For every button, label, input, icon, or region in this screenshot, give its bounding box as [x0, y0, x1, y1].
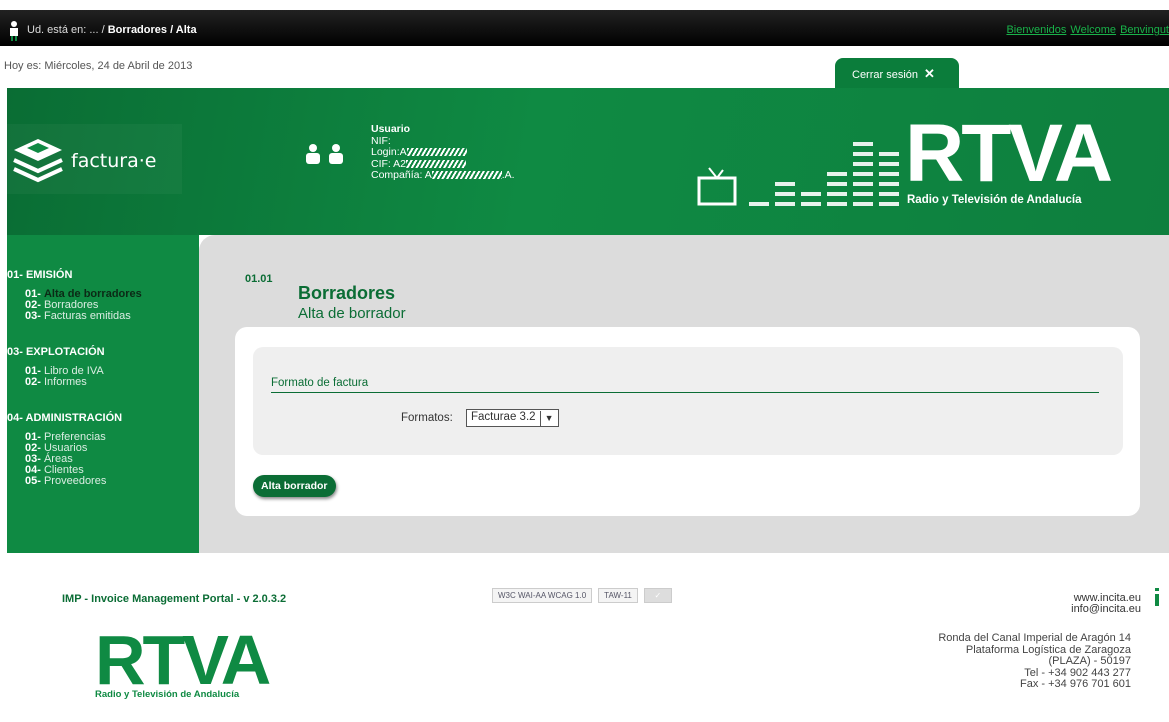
- user-cif: CIF: A2: [371, 157, 407, 170]
- address-line: Ronda del Canal Imperial de Aragón 14: [938, 632, 1131, 644]
- breadcrumb-section[interactable]: Borradores: [108, 24, 167, 36]
- sidebar-section-title: 01- EMISIÓN: [7, 269, 73, 281]
- footer-rtva-logo: RTVA Radio y Televisión de Andalucía: [95, 621, 271, 700]
- main-content: 01.01 Borradores Alta de borrador Format…: [199, 235, 1169, 553]
- address-line: (PLAZA) - 50197: [1048, 655, 1131, 667]
- user-title: Usuario: [371, 123, 411, 135]
- item-number: 02-: [25, 376, 41, 388]
- sidebar: 01- EMISIÓN 01- Alta de borradores 02- B…: [7, 235, 199, 553]
- language-links: Bienvenidos Welcome Benvingut: [1002, 24, 1169, 36]
- facturae-logo-text: factura·e: [71, 150, 157, 172]
- user-company-suffix: .A.: [501, 169, 515, 181]
- wcag-badge[interactable]: W3C WAI-AA WCAG 1.0: [492, 588, 593, 603]
- item-label: Facturas emitidas: [43, 310, 131, 322]
- user-info: Usuario NIF: Login:A CIF: A2 Compañía: A…: [371, 123, 515, 182]
- incita-email-link[interactable]: info@incita.eu: [1071, 604, 1141, 615]
- users-icon: [306, 144, 343, 164]
- redacted-block: [431, 171, 502, 180]
- page-title: Borradores: [298, 283, 396, 303]
- formats-row: Formatos: Facturae 3.2 ▼: [401, 409, 559, 427]
- facturae-logo-icon: [13, 139, 63, 183]
- section-code: 01.01: [245, 273, 273, 285]
- item-label: Proveedores: [43, 475, 107, 487]
- sidebar-item-proveedores[interactable]: 05- Proveedores: [25, 476, 199, 487]
- facturae-logo[interactable]: factura·e: [7, 124, 182, 194]
- breadcrumb-separator: /: [167, 24, 176, 36]
- accessibility-badges: W3C WAI-AA WCAG 1.0 TAW-11 ✓: [492, 588, 672, 603]
- person-icon: [10, 21, 18, 41]
- sidebar-section-items: 01- Libro de IVA 02- Informes: [25, 366, 199, 388]
- formats-label: Formatos:: [401, 412, 453, 425]
- page-subtitle: Alta de borrador: [298, 305, 406, 322]
- redacted-block: [406, 159, 467, 168]
- item-number: 05-: [25, 475, 41, 487]
- sidebar-section-items: 01- Preferencias 02- Usuarios 03- Áreas …: [25, 432, 199, 487]
- redacted-block: [406, 148, 467, 157]
- address-block: Ronda del Canal Imperial de Aragón 14 Pl…: [938, 632, 1131, 691]
- incita-contact: www.incita.eu info@incita.eu: [1071, 593, 1141, 615]
- fieldset: Formato de factura Formatos: Facturae 3.…: [253, 347, 1123, 455]
- form-panel: Formato de factura Formatos: Facturae 3.…: [235, 327, 1140, 516]
- top-bar: Ud. está en: ... / Borradores / Alta Bie…: [0, 10, 1169, 46]
- incita-icon: [1155, 588, 1159, 606]
- header-banner: factura·e Usuario NIF: Login:A CIF: A2 C…: [7, 88, 1169, 235]
- tv-icon: [697, 167, 737, 206]
- logout-label: Cerrar sesión: [852, 69, 919, 81]
- item-number: 03-: [25, 310, 41, 322]
- logout-button[interactable]: Cerrar sesión ✕: [835, 58, 959, 88]
- check-icon: ✓: [643, 588, 672, 603]
- address-fax: Fax - +34 976 701 601: [1020, 678, 1131, 690]
- formats-select[interactable]: Facturae 3.2 ▼: [465, 409, 559, 427]
- item-label: Informes: [43, 376, 87, 388]
- footer-rtva-text: RTVA: [95, 621, 271, 699]
- taw-badge[interactable]: TAW-11: [598, 588, 638, 603]
- close-icon: ✕: [924, 66, 935, 81]
- rtva-logo-subtitle: Radio y Televisión de Andalucía: [907, 194, 1082, 206]
- rtva-logo: RTVA Radio y Televisión de Andalucía: [905, 108, 1113, 207]
- portal-version: IMP - Invoice Management Portal - v 2.0.…: [62, 593, 287, 605]
- sidebar-item-informes[interactable]: 02- Informes: [25, 377, 199, 388]
- chevron-down-icon: ▼: [539, 411, 558, 427]
- sidebar-section-items: 01- Alta de borradores 02- Borradores 03…: [25, 289, 199, 322]
- breadcrumb: Ud. está en: ... / Borradores / Alta: [27, 24, 197, 36]
- sidebar-section-title: 04- ADMINISTRACIÓN: [7, 412, 123, 424]
- sidebar-item-facturas-emitidas[interactable]: 03- Facturas emitidas: [25, 311, 199, 322]
- fieldset-legend: Formato de factura: [271, 377, 1099, 393]
- user-company: Compañía: A: [371, 169, 432, 181]
- current-date: Hoy es: Miércoles, 24 de Abril de 2013: [4, 60, 193, 72]
- user-company-row: Compañía: A .A.: [371, 169, 515, 182]
- breadcrumb-prefix: Ud. está en: ... /: [27, 24, 108, 36]
- lang-link-en[interactable]: Welcome: [1070, 24, 1116, 36]
- user-login: Login:A: [371, 146, 407, 158]
- alta-borrador-button[interactable]: Alta borrador: [253, 475, 336, 497]
- formats-selected-value: Facturae 3.2: [470, 411, 536, 423]
- rtva-logo-text: RTVA: [905, 108, 1113, 199]
- breadcrumb-current: Alta: [175, 24, 197, 36]
- lang-link-ca[interactable]: Benvingut: [1120, 24, 1169, 36]
- equalizer-graphic: [749, 142, 899, 206]
- lang-link-es[interactable]: Bienvenidos: [1006, 24, 1066, 36]
- sidebar-section-title: 03- EXPLOTACIÓN: [7, 346, 105, 358]
